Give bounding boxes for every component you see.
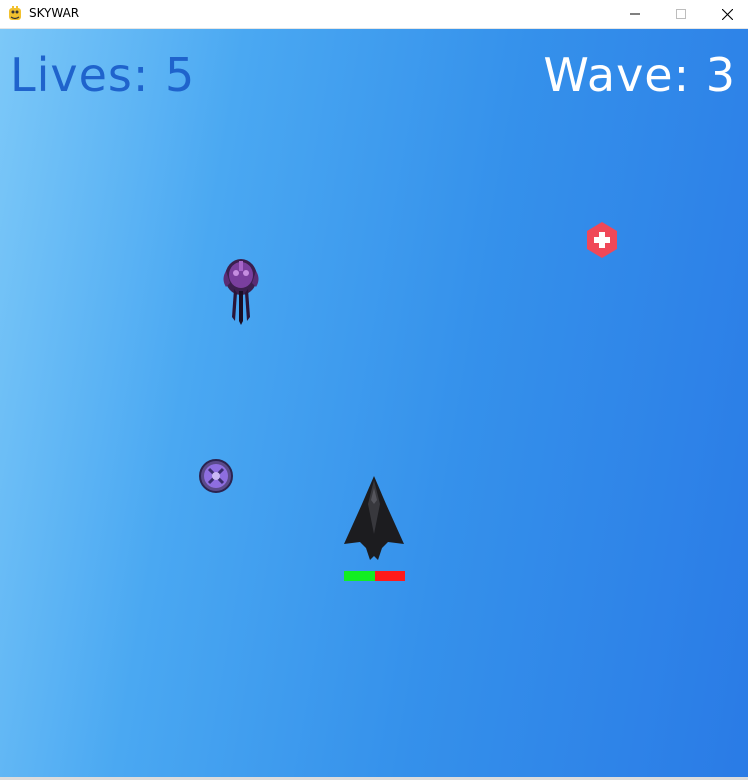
close-icon xyxy=(721,8,733,20)
power-up-orb-icon xyxy=(199,459,233,493)
close-button[interactable] xyxy=(704,0,748,28)
player-jet-icon xyxy=(344,476,404,560)
app-icon xyxy=(9,6,21,20)
lives-counter: Lives: 5 xyxy=(10,48,196,102)
minimize-icon xyxy=(630,13,640,15)
player-health-fill xyxy=(344,571,375,581)
maximize-button[interactable] xyxy=(658,0,704,28)
game-canvas[interactable]: Lives: 5 Wave: 3 xyxy=(0,29,748,780)
enemy-alien-ship-icon xyxy=(223,259,259,325)
window-titlebar: SKYWAR xyxy=(0,0,748,29)
health-pack-icon xyxy=(587,222,617,258)
wave-counter: Wave: 3 xyxy=(543,48,736,102)
minimize-button[interactable] xyxy=(612,0,658,28)
maximize-icon xyxy=(676,9,686,19)
window-title: SKYWAR xyxy=(29,6,80,20)
player-health-bar xyxy=(344,571,405,581)
